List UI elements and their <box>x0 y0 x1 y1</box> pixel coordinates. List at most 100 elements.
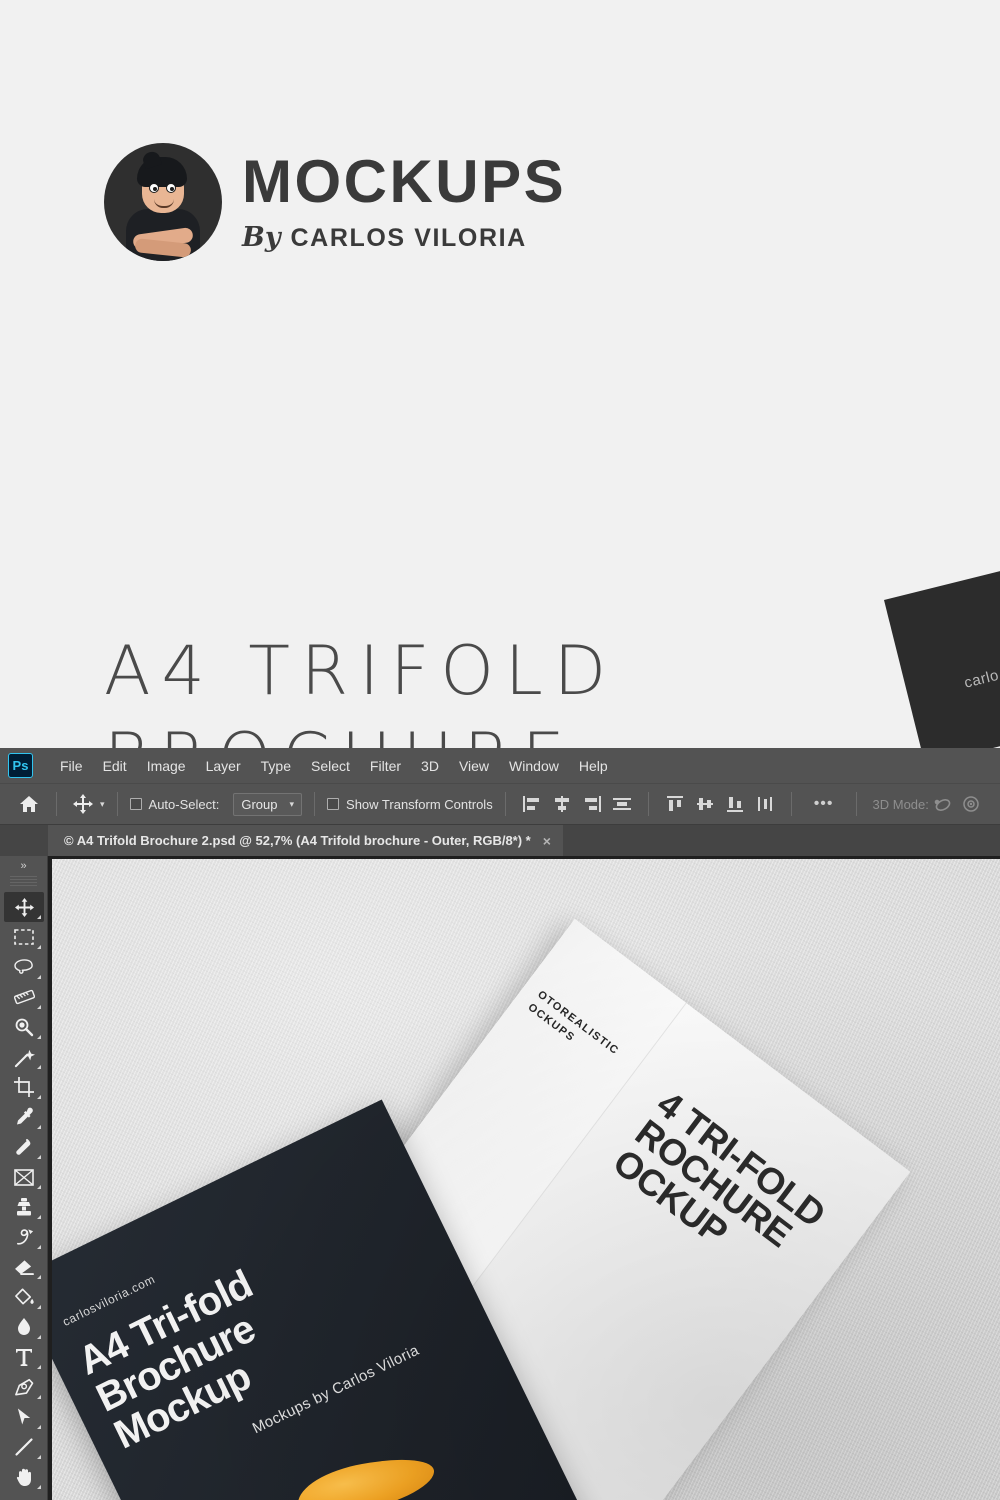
align-top-edges-icon[interactable] <box>661 790 689 818</box>
tools-panel: » <box>0 856 48 1500</box>
roll-3d-icon[interactable] <box>957 790 985 818</box>
divider <box>790 792 792 816</box>
eyedropper-tool[interactable] <box>4 1102 44 1132</box>
spot-healing-brush-tool[interactable] <box>4 1132 44 1162</box>
type-tool[interactable] <box>4 1342 44 1372</box>
show-transform-controls-checkbox[interactable]: Show Transform Controls <box>327 797 493 812</box>
tool-expand-indicator <box>37 915 41 919</box>
tool-expand-indicator <box>37 1095 41 1099</box>
photoshop-logo-icon: Ps <box>8 753 33 778</box>
align-bottom-edges-icon[interactable] <box>721 790 749 818</box>
divider <box>647 792 649 816</box>
menu-item-window[interactable]: Window <box>499 754 569 778</box>
avatar-eye-right <box>166 183 176 193</box>
distribute-button-group <box>661 790 779 818</box>
page-title-line-1: A4 TRIFOLD <box>104 632 618 711</box>
photoshop-window: Ps File Edit Image Layer Type Select Fil… <box>0 748 1000 1500</box>
menu-item-select[interactable]: Select <box>301 754 360 778</box>
clone-stamp-tool[interactable] <box>4 1192 44 1222</box>
menu-item-3d[interactable]: 3D <box>411 754 449 778</box>
auto-select-checkbox[interactable]: Auto-Select: <box>129 797 219 812</box>
menu-item-layer[interactable]: Layer <box>196 754 251 778</box>
divider <box>504 792 506 816</box>
tool-expand-indicator <box>37 1275 41 1279</box>
tool-expand-indicator <box>37 975 41 979</box>
orange-accent-object <box>292 1449 440 1500</box>
align-horizontal-centers-icon[interactable] <box>548 790 576 818</box>
menu-item-type[interactable]: Type <box>251 754 301 778</box>
auto-select-scope-dropdown[interactable]: Group ▾ <box>233 792 303 816</box>
magic-wand-tool[interactable] <box>4 1042 44 1072</box>
divider <box>116 792 118 816</box>
menu-item-filter[interactable]: Filter <box>360 754 411 778</box>
chevron-down-icon: ▾ <box>289 798 295 809</box>
brand-logo: MOCKUPS By CARLOS VILORIA <box>104 143 566 261</box>
document-tab-title: © A4 Trifold Brochure 2.psd @ 52,7% (A4 … <box>64 833 531 848</box>
tool-expand-indicator <box>37 1455 41 1459</box>
divider <box>56 792 57 816</box>
screenshot-root: MOCKUPS By CARLOS VILORIA A4 TRIFOLD BRO… <box>0 0 1000 1500</box>
menu-item-edit[interactable]: Edit <box>93 754 137 778</box>
blur-tool[interactable] <box>4 1312 44 1342</box>
document-canvas[interactable]: OTOREALISTIC OCKUPS 4 TRI-FOLD ROCHURE O… <box>52 859 1000 1500</box>
avatar-eye-left <box>149 183 159 193</box>
panel-drag-handle[interactable] <box>10 876 37 888</box>
chevron-down-icon[interactable]: ▾ <box>100 799 105 810</box>
tool-expand-indicator <box>37 1365 41 1369</box>
pen-tool[interactable] <box>4 1372 44 1402</box>
canvas-area[interactable]: OTOREALISTIC OCKUPS 4 TRI-FOLD ROCHURE O… <box>48 856 1000 1500</box>
brand-subtitle: By CARLOS VILORIA <box>242 222 566 253</box>
align-button-group <box>518 790 636 818</box>
distribute-horizontally-icon[interactable] <box>751 790 779 818</box>
paint-bucket-tool[interactable] <box>4 1282 44 1312</box>
path-selection-tool[interactable] <box>4 1402 44 1432</box>
collapse-panel-button[interactable]: » <box>0 856 47 876</box>
line-tool[interactable] <box>4 1432 44 1462</box>
move-tool[interactable] <box>4 892 44 922</box>
3d-mode-label: 3D Mode: <box>872 796 929 812</box>
home-icon[interactable] <box>14 791 44 817</box>
hand-tool[interactable] <box>4 1462 44 1492</box>
divider <box>855 792 857 816</box>
checkbox-box[interactable] <box>129 798 142 810</box>
object-selection-tool[interactable] <box>4 982 44 1012</box>
tool-expand-indicator <box>37 1035 41 1039</box>
align-middle-icon[interactable] <box>608 790 636 818</box>
align-right-edges-icon[interactable] <box>578 790 606 818</box>
active-tool-picker[interactable]: ▾ <box>69 790 105 818</box>
brand-by-label: By <box>242 221 281 253</box>
show-transform-controls-label: Show Transform Controls <box>346 796 493 812</box>
align-vertical-centers-icon[interactable] <box>691 790 719 818</box>
more-options-button[interactable]: ••• <box>804 795 844 813</box>
align-left-edges-icon[interactable] <box>518 790 546 818</box>
close-icon[interactable]: × <box>543 834 551 848</box>
menu-item-view[interactable]: View <box>449 754 499 778</box>
tool-expand-indicator <box>37 1005 41 1009</box>
promo-dark-card: carlo <box>884 539 1000 765</box>
eraser-tool[interactable] <box>4 1252 44 1282</box>
divider <box>314 792 316 816</box>
orbit-3d-icon[interactable] <box>929 790 957 818</box>
document-tab[interactable]: © A4 Trifold Brochure 2.psd @ 52,7% (A4 … <box>48 825 563 856</box>
menu-item-file[interactable]: File <box>50 754 93 778</box>
history-brush-tool[interactable] <box>4 1222 44 1252</box>
rectangular-marquee-tool[interactable] <box>4 922 44 952</box>
tool-expand-indicator <box>37 1425 41 1429</box>
move-tool-icon[interactable] <box>69 790 97 818</box>
quick-selection-tool[interactable] <box>4 1012 44 1042</box>
menu-item-help[interactable]: Help <box>569 754 618 778</box>
auto-select-scope-value: Group <box>241 796 278 812</box>
tool-expand-indicator <box>37 1335 41 1339</box>
checkbox-box[interactable] <box>327 798 340 810</box>
tool-expand-indicator <box>37 1395 41 1399</box>
tool-expand-indicator <box>37 1065 41 1069</box>
options-bar: ▾ Auto-Select: Group ▾ Show Transform Co… <box>0 784 1000 825</box>
tool-expand-indicator <box>37 1185 41 1189</box>
document-tab-strip: © A4 Trifold Brochure 2.psd @ 52,7% (A4 … <box>0 825 1000 856</box>
lasso-tool[interactable] <box>4 952 44 982</box>
crop-tool[interactable] <box>4 1072 44 1102</box>
frame-tool[interactable] <box>4 1162 44 1192</box>
menu-item-image[interactable]: Image <box>137 754 196 778</box>
tool-expand-indicator <box>37 1125 41 1129</box>
tool-expand-indicator <box>37 1485 41 1489</box>
